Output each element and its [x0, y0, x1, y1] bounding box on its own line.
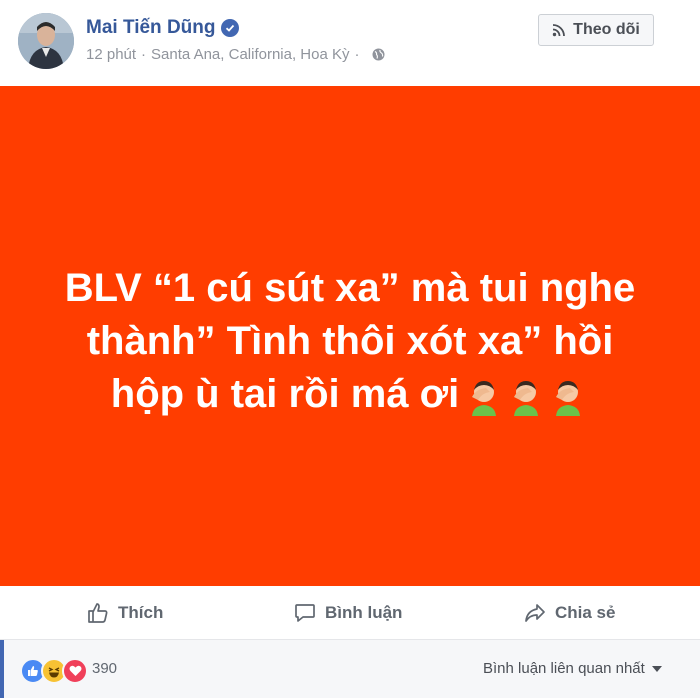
post-actions: Thích Bình luận Chia sẻ [0, 586, 700, 640]
like-label: Thích [118, 603, 164, 622]
facepalm-emoji [472, 381, 497, 417]
avatar[interactable] [18, 13, 74, 69]
reactions-accent-bar [0, 640, 4, 698]
post-text-line-2: thành” Tình thôi xót xa” hồi [86, 319, 614, 363]
post-meta: 12 phút · Santa Ana, California, Hoa Kỳ … [86, 46, 385, 63]
post-content-image[interactable]: BLV “1 cú sút xa” mà tui nghe thành” Tìn… [0, 86, 700, 586]
post-text-line-1: BLV “1 cú sút xa” mà tui nghe [64, 266, 636, 310]
rss-icon [552, 24, 566, 37]
post-text-line-3: hộp ù tai rồi má ơi [110, 372, 460, 416]
post-text: BLV “1 cú sút xa” mà tui nghe thành” Tìn… [20, 262, 680, 421]
facepalm-emoji [514, 381, 539, 417]
share-arrow-icon [525, 604, 545, 622]
author-row: Mai Tiến Dũng [86, 15, 240, 41]
facepalm-emoji [556, 381, 581, 417]
comment-button[interactable]: Bình luận [293, 586, 402, 640]
post-header: Mai Tiến Dũng 12 phút · Santa Ana, Calif… [0, 0, 700, 86]
verified-badge-icon [221, 19, 240, 37]
meta-separator: · [141, 46, 147, 63]
reactions-bar: 390 Bình luận liên quan nhất [0, 640, 700, 698]
reaction-icons[interactable] [20, 658, 88, 684]
meta-separator-2: · [354, 46, 360, 63]
globe-icon[interactable] [372, 48, 385, 61]
emoji-group [463, 376, 589, 417]
like-button[interactable]: Thích [86, 586, 163, 640]
author-name[interactable]: Mai Tiến Dũng [86, 17, 215, 39]
post-text-line-3-wrap: hộp ù tai rồi má ơi [20, 368, 680, 421]
post-location[interactable]: Santa Ana, California, Hoa Kỳ [151, 46, 349, 63]
share-button[interactable]: Chia sẻ [523, 586, 615, 640]
share-label: Chia sẻ [555, 603, 616, 622]
chevron-down-icon [651, 665, 662, 672]
comment-icon [295, 604, 315, 622]
post-time[interactable]: 12 phút [86, 46, 136, 63]
comment-sort-dropdown[interactable]: Bình luận liên quan nhất [483, 660, 662, 677]
comment-label: Bình luận [325, 603, 403, 622]
love-reaction-icon [62, 658, 88, 684]
reaction-count[interactable]: 390 [92, 660, 117, 677]
follow-button-label: Theo dõi [573, 21, 640, 38]
comment-sort-label: Bình luận liên quan nhất [483, 660, 645, 677]
follow-button[interactable]: Theo dõi [538, 14, 654, 46]
thumbs-up-icon [88, 603, 108, 623]
facebook-post: Mai Tiến Dũng 12 phút · Santa Ana, Calif… [0, 0, 700, 698]
